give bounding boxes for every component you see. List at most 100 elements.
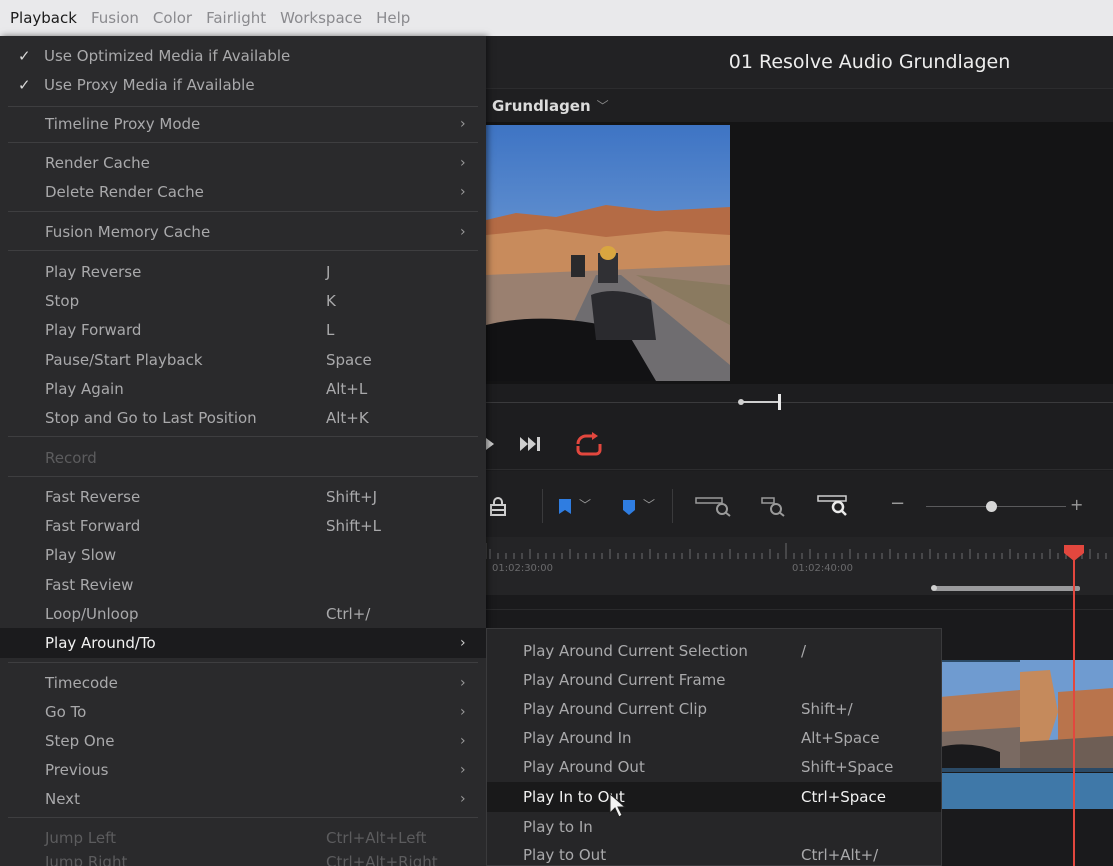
menu-item-fast-reverse[interactable]: Fast Reverse Shift+J — [0, 483, 486, 511]
playhead-icon[interactable] — [1064, 545, 1084, 561]
menu-item-label: Use Optimized Media if Available — [44, 47, 291, 65]
menu-separator — [8, 106, 478, 107]
menu-item-label: Play Around In — [523, 729, 632, 747]
menu-item-pause-start-playback[interactable]: Pause/Start Playback Space — [0, 346, 486, 374]
menu-item-label: Fast Review — [45, 576, 134, 594]
menu-item-stop[interactable]: Stop K — [0, 287, 486, 315]
menu-item-shortcut: Ctrl+Space — [801, 788, 886, 806]
scrubber-track[interactable] — [486, 402, 1113, 403]
menu-workspace[interactable]: Workspace — [280, 9, 362, 27]
viewer-scrubber[interactable] — [486, 384, 1113, 420]
submenu-item-play-around-current-frame[interactable]: Play Around Current Frame — [487, 666, 941, 694]
menu-item-shortcut: / — [801, 642, 807, 660]
zoom-in-icon[interactable]: + — [1070, 495, 1083, 514]
menu-item-timecode[interactable]: Timecode › — [0, 669, 486, 697]
menu-item-delete-render-cache[interactable]: Delete Render Cache › — [0, 178, 486, 206]
menu-item-fusion-memory-cache[interactable]: Fusion Memory Cache › — [0, 218, 486, 246]
chevron-right-icon: › — [460, 675, 466, 691]
menu-item-shortcut: Ctrl+Alt+Right — [326, 853, 438, 866]
submenu-item-play-around-current-selection[interactable]: Play Around Current Selection / — [487, 637, 941, 665]
menu-item-label: Next — [45, 790, 80, 808]
zoom-slider-handle[interactable] — [986, 501, 997, 512]
chevron-right-icon: › — [460, 184, 466, 200]
flag-marker-icon[interactable] — [558, 498, 572, 516]
menu-item-play-slow[interactable]: Play Slow — [0, 541, 486, 569]
menu-separator — [8, 476, 478, 477]
menu-item-jump-right[interactable]: Jump Right Ctrl+Alt+Right — [0, 848, 486, 866]
viewer-header[interactable]: Grundlagen ﹀ — [486, 88, 1113, 122]
checkmark-icon: ✓ — [18, 47, 31, 65]
menu-item-use-optimized-media[interactable]: ✓ Use Optimized Media if Available — [0, 42, 486, 70]
submenu-item-play-around-current-clip[interactable]: Play Around Current Clip Shift+/ — [487, 695, 941, 723]
submenu-item-play-around-out[interactable]: Play Around Out Shift+Space — [487, 753, 941, 781]
loop-icon[interactable] — [572, 430, 606, 458]
timeline-toolbar: ﹀ ﹀ − + — [486, 471, 1113, 537]
zoom-detail-icon[interactable] — [758, 495, 798, 517]
transport-controls — [486, 420, 1113, 470]
mouse-cursor-icon — [609, 793, 627, 818]
menu-item-go-to[interactable]: Go To › — [0, 698, 486, 726]
menu-item-label: Play Again — [45, 380, 124, 398]
playhead-line[interactable] — [1073, 555, 1075, 866]
menu-bar: Playback Fusion Color Fairlight Workspac… — [0, 0, 1113, 36]
menu-item-fast-forward[interactable]: Fast Forward Shift+L — [0, 512, 486, 540]
video-clip[interactable] — [940, 652, 1113, 772]
chevron-down-icon[interactable]: ﹀ — [597, 97, 609, 114]
menu-item-shortcut: Shift+J — [326, 488, 378, 506]
menu-item-record[interactable]: Record — [0, 444, 486, 472]
menu-item-label: Jump Left — [45, 829, 117, 847]
menu-item-label: Play Around Current Clip — [523, 700, 708, 718]
menu-separator — [8, 211, 478, 212]
play-icon[interactable] — [486, 434, 500, 454]
menu-item-label: Use Proxy Media if Available — [44, 76, 255, 94]
menu-item-stop-and-go-to-last-position[interactable]: Stop and Go to Last Position Alt+K — [0, 404, 486, 432]
menu-fusion[interactable]: Fusion — [91, 9, 139, 27]
menu-item-play-forward[interactable]: Play Forward L — [0, 316, 486, 344]
menu-help[interactable]: Help — [376, 9, 410, 27]
menu-item-next[interactable]: Next › — [0, 785, 486, 813]
menu-item-render-cache[interactable]: Render Cache › — [0, 149, 486, 177]
submenu-item-play-in-to-out[interactable]: Play In to Out Ctrl+Space — [487, 782, 941, 812]
submenu-item-play-to-out[interactable]: Play to Out Ctrl+Alt+/ — [487, 841, 941, 866]
lock-icon[interactable] — [488, 497, 508, 517]
menu-item-label: Delete Render Cache — [45, 183, 204, 201]
menu-item-label: Pause/Start Playback — [45, 351, 203, 369]
menu-playback[interactable]: Playback — [10, 9, 77, 27]
viewer-timeline-name[interactable]: Grundlagen — [492, 97, 591, 115]
project-title: 01 Resolve Audio Grundlagen — [486, 36, 1113, 88]
menu-item-play-reverse[interactable]: Play Reverse J — [0, 258, 486, 286]
menu-item-fast-review[interactable]: Fast Review — [0, 571, 486, 599]
scrubber-handle[interactable] — [778, 394, 781, 410]
menu-item-play-again[interactable]: Play Again Alt+L — [0, 375, 486, 403]
zoom-custom-icon[interactable] — [816, 493, 856, 517]
menu-item-play-around-to[interactable]: Play Around/To › — [0, 628, 486, 658]
zoom-out-icon[interactable]: − — [890, 493, 905, 514]
menu-separator — [8, 817, 478, 818]
submenu-item-play-around-in[interactable]: Play Around In Alt+Space — [487, 724, 941, 752]
submenu-item-play-to-in[interactable]: Play to In — [487, 813, 941, 841]
menu-item-loop-unloop[interactable]: Loop/Unloop Ctrl+/ — [0, 600, 486, 628]
menu-item-label: Play Forward — [45, 321, 142, 339]
menu-item-shortcut: J — [326, 263, 331, 281]
menu-item-label: Play Around Out — [523, 758, 645, 776]
timeline-ruler[interactable]: 01:02:30:00 01:02:40:00 — [486, 537, 1113, 595]
menu-fairlight[interactable]: Fairlight — [206, 9, 266, 27]
audio-clip[interactable] — [940, 773, 1113, 809]
ruler-timecode: 01:02:40:00 — [792, 563, 854, 574]
menu-item-label: Stop — [45, 292, 80, 310]
zoom-full-icon[interactable] — [694, 495, 734, 517]
menu-item-shortcut: Alt+K — [326, 409, 369, 427]
chevron-down-icon[interactable]: ﹀ — [579, 496, 591, 513]
skip-forward-icon[interactable] — [520, 434, 542, 454]
chevron-down-icon[interactable]: ﹀ — [643, 496, 655, 513]
menu-item-step-one[interactable]: Step One › — [0, 727, 486, 755]
marker-icon[interactable] — [622, 499, 636, 517]
menu-item-label: Play to In — [523, 818, 593, 836]
menu-item-previous[interactable]: Previous › — [0, 756, 486, 784]
menu-item-label: Loop/Unloop — [45, 605, 139, 623]
menu-item-label: Play Around Current Frame — [523, 671, 726, 689]
menu-item-use-proxy-media[interactable]: ✓ Use Proxy Media if Available — [0, 71, 486, 99]
menu-item-timeline-proxy-mode[interactable]: Timeline Proxy Mode › — [0, 110, 486, 138]
menu-color[interactable]: Color — [153, 9, 192, 27]
menu-item-label: Jump Right — [45, 853, 128, 866]
